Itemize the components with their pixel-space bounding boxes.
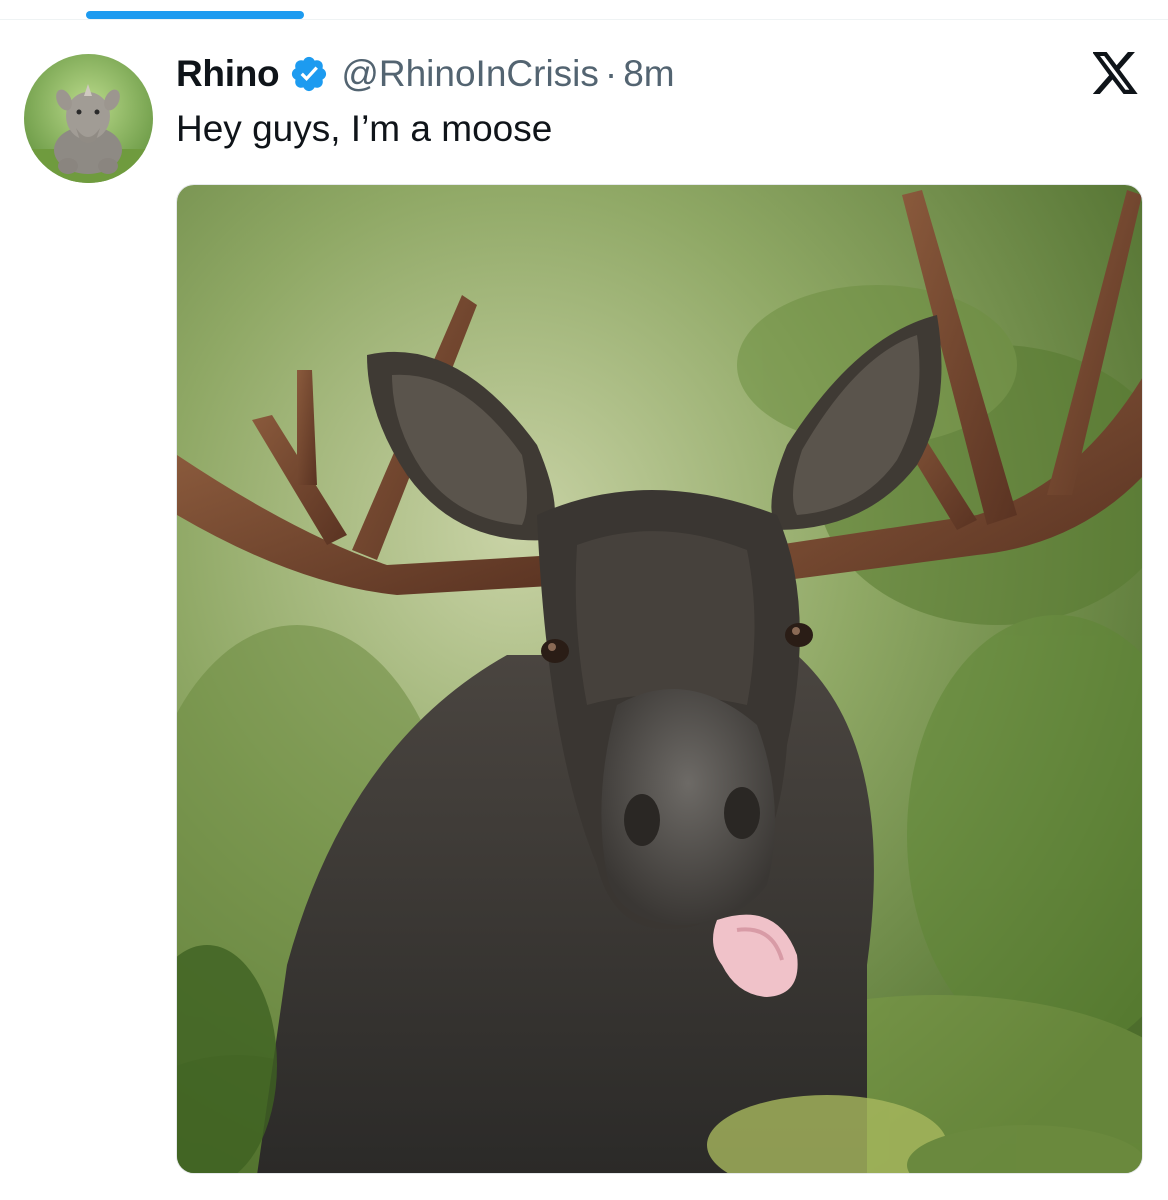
top-divider [0, 19, 1168, 20]
moose-photo [177, 185, 1142, 1173]
tweet-text: Hey guys, I’m a moose [176, 108, 553, 149]
rhino-avatar-icon [24, 54, 153, 183]
tweet-header: Rhino @RhinoInCrisis · 8m [176, 48, 675, 100]
user-handle[interactable]: @RhinoInCrisis [341, 53, 599, 95]
active-tab-indicator [86, 11, 304, 19]
x-logo-icon[interactable] [1092, 52, 1139, 94]
separator-dot: · [604, 53, 618, 94]
verified-badge-icon [289, 54, 329, 94]
display-name[interactable]: Rhino [176, 53, 280, 95]
tweet-timestamp[interactable]: 8m [623, 53, 674, 95]
avatar[interactable] [24, 54, 153, 183]
tweet-media[interactable] [176, 184, 1143, 1174]
